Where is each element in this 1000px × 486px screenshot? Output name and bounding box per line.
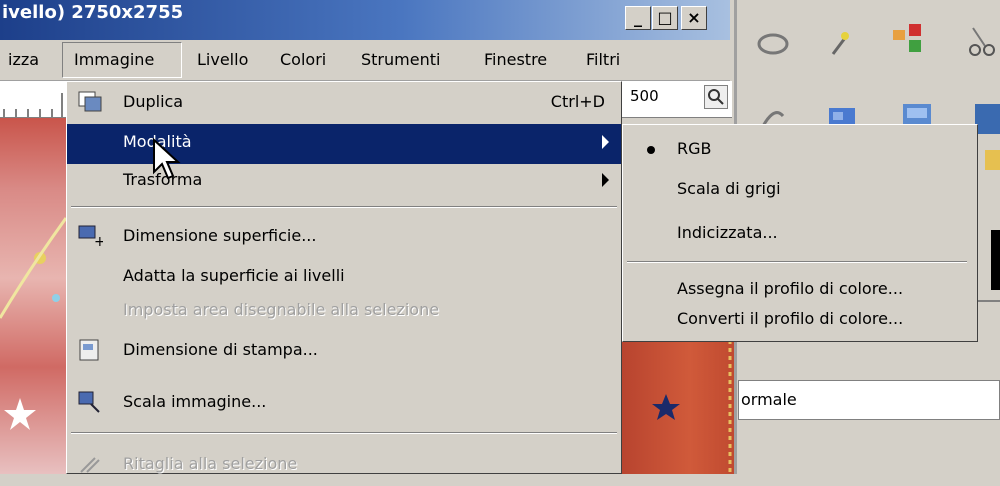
menu-separator [71, 206, 617, 208]
submenu-item-label: Converti il profilo di colore... [677, 309, 904, 328]
menu-item-modalita[interactable]: Modalità [67, 124, 621, 164]
submenu-item-indicizzata[interactable]: Indicizzata... [623, 215, 977, 255]
brush-icon[interactable] [985, 150, 1000, 170]
canvas-decoration [0, 217, 68, 430]
menu-item-ritaglia: Ritaglia alla selezione [67, 446, 621, 486]
zoom-icon[interactable] [704, 85, 728, 109]
menu-item-colori[interactable]: Colori [280, 50, 326, 69]
select-by-color-icon [893, 24, 921, 52]
menu-item-label: Scala immagine... [123, 392, 267, 411]
menu-item-label: Dimensione superficie... [123, 226, 317, 245]
canvas-size-icon: + [78, 225, 103, 248]
menu-item-filtri[interactable]: Filtri [586, 50, 620, 69]
menu-item-strumenti[interactable]: Strumenti [361, 50, 440, 69]
submenu-item-label: Scala di grigi [677, 179, 781, 198]
mode-field[interactable]: ormale [738, 380, 1000, 420]
menu-item-dimensione-stampa[interactable]: Dimensione di stampa... [67, 332, 621, 372]
submenu-item-rgb[interactable]: RGB [623, 131, 977, 171]
ruler-ticks [3, 93, 63, 117]
tool-icons [757, 24, 1000, 134]
canvas-decoration-right [652, 340, 732, 474]
minimize-button[interactable]: _ [625, 6, 651, 30]
maximize-icon: □ [657, 8, 673, 27]
title-bar[interactable]: ivello) 2750x2755 _ □ × [0, 0, 730, 40]
submenu-separator [627, 261, 967, 263]
image-canvas[interactable] [0, 118, 68, 474]
submenu-item-label: Indicizzata... [677, 223, 778, 242]
submenu-arrow-icon [602, 135, 609, 149]
menu-item-finestre[interactable]: Finestre [484, 50, 547, 69]
menu-item-label: Dimensione di stampa... [123, 340, 318, 359]
menu-item-duplica[interactable]: Duplica Ctrl+D [67, 84, 621, 124]
shortcut-label: Ctrl+D [550, 92, 605, 111]
menu-item-label: Imposta area disegnabile alla selezione [123, 300, 440, 319]
submenu-item-scala-grigi[interactable]: Scala di grigi [623, 171, 977, 211]
duplicate-icon [78, 91, 102, 112]
menu-item-scala-immagine[interactable]: Scala immagine... [67, 384, 621, 424]
horizontal-ruler-right: 500 [622, 81, 732, 118]
ruler-label: 500 [630, 87, 659, 105]
submenu-item-label: Assegna il profilo di colore... [677, 279, 904, 298]
svg-text:+: + [94, 234, 103, 248]
menu-item-dimensione-superficie[interactable]: + Dimensione superficie... [67, 218, 621, 258]
menu-item-imposta-area: Imposta area disegnabile alla selezione [67, 292, 621, 332]
menu-item-label: Duplica [123, 92, 184, 111]
menu-item-immagine[interactable]: Immagine [74, 50, 154, 69]
scale-image-icon [78, 391, 100, 413]
menu-item-label: Adatta la superficie ai livelli [123, 266, 345, 285]
close-icon: × [687, 8, 701, 27]
close-button[interactable]: × [681, 6, 707, 30]
menu-separator [71, 432, 617, 434]
submenu-arrow-icon [602, 173, 609, 187]
fuzzy-select-icon [831, 32, 849, 55]
lasso-icon [757, 33, 789, 55]
menu-item-label: Ritaglia alla selezione [123, 454, 298, 473]
minimize-icon: _ [634, 8, 642, 27]
submenu-item-label: RGB [677, 139, 712, 158]
radio-checked-icon [647, 146, 655, 154]
immagine-menu: Duplica Ctrl+D Modalità Trasforma + Dime… [66, 81, 622, 474]
menu-item-visualizza[interactable]: izza [8, 50, 39, 69]
image-canvas-right[interactable] [622, 340, 734, 474]
mouse-cursor-icon [153, 138, 181, 180]
horizontal-ruler [0, 81, 66, 118]
color-swatch[interactable] [991, 230, 1000, 290]
mode-field-text: ormale [741, 390, 797, 409]
menu-item-trasforma[interactable]: Trasforma [67, 162, 621, 202]
crop-icon [80, 457, 100, 473]
modalita-submenu: RGB Scala di grigi Indicizzata... Assegn… [622, 124, 978, 342]
window-title: ivello) 2750x2755 [2, 2, 184, 23]
measure-icon [975, 104, 1000, 134]
scissors-icon [969, 27, 995, 56]
menu-item-livello[interactable]: Livello [197, 50, 248, 69]
print-size-icon [79, 339, 99, 361]
submenu-item-converti-profilo[interactable]: Converti il profilo di colore... [623, 301, 977, 341]
maximize-button[interactable]: □ [652, 6, 678, 30]
